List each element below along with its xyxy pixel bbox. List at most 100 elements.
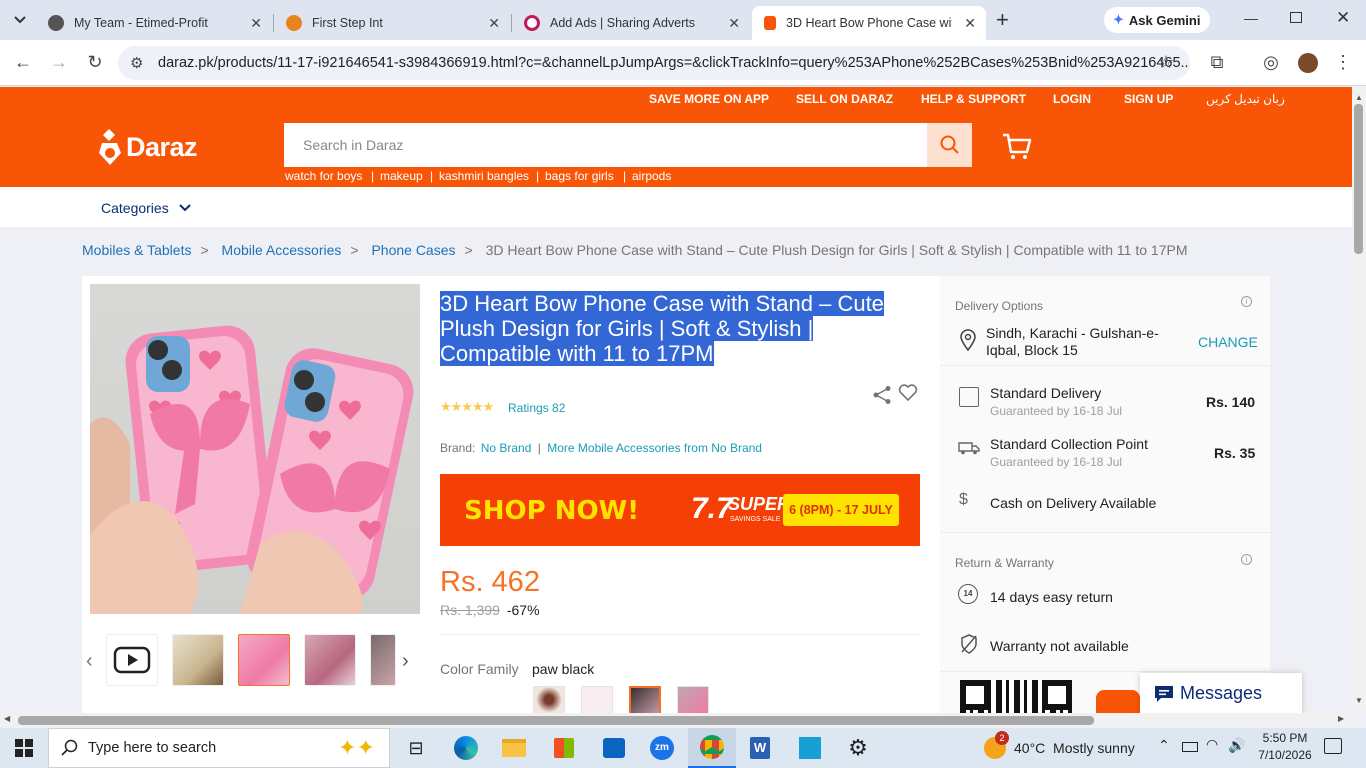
link-help[interactable]: HELP & SUPPORT bbox=[921, 92, 1026, 106]
brand-link[interactable]: No Brand bbox=[481, 441, 532, 455]
color-swatch-selected[interactable] bbox=[629, 686, 661, 716]
task-view-icon[interactable]: ⊟ bbox=[392, 728, 440, 768]
keyword-link[interactable]: makeup bbox=[380, 169, 423, 183]
close-icon[interactable]: ✕ bbox=[964, 15, 976, 32]
color-swatch[interactable] bbox=[677, 686, 709, 716]
link-sell[interactable]: SELL ON DARAZ bbox=[796, 92, 893, 106]
keyword-link[interactable]: watch for boys bbox=[285, 169, 362, 183]
color-swatch[interactable] bbox=[581, 686, 613, 716]
search-button[interactable] bbox=[927, 123, 972, 167]
standard-delivery-price: Rs. 140 bbox=[1206, 394, 1256, 410]
back-icon[interactable]: ← bbox=[12, 52, 34, 73]
categories-dropdown[interactable]: Categories bbox=[101, 200, 191, 216]
outlook-icon[interactable] bbox=[590, 728, 638, 768]
close-window-button[interactable]: ✕ bbox=[1336, 8, 1350, 28]
cart-button[interactable] bbox=[1002, 133, 1032, 166]
collection-point-eta: Guaranteed by 16-18 Jul bbox=[990, 455, 1123, 469]
gemini-button[interactable]: ✦ Ask Gemini bbox=[1104, 7, 1210, 33]
clock[interactable]: 5:50 PM 7/10/2026 bbox=[1250, 730, 1320, 764]
cash-on-delivery-icon: $ bbox=[959, 491, 968, 508]
keyword-link[interactable]: airpods bbox=[632, 169, 671, 183]
settings-icon[interactable]: ⚙ bbox=[834, 728, 882, 768]
tab-add-ads[interactable]: Add Ads | Sharing Adverts ✕ bbox=[512, 6, 750, 40]
tab-daraz-product[interactable]: 3D Heart Bow Phone Case with ✕ bbox=[752, 6, 986, 40]
minimize-button[interactable]: — bbox=[1244, 10, 1258, 26]
thumb-prev-arrow[interactable]: ‹ bbox=[86, 650, 93, 673]
extensions-icon[interactable]: ⧉ bbox=[1206, 52, 1228, 73]
restore-button[interactable] bbox=[1290, 12, 1302, 23]
old-price: Rs. 1,399 -67% bbox=[440, 602, 540, 618]
keyword-link[interactable]: kashmiri bangles bbox=[439, 169, 529, 183]
tab-title: 3D Heart Bow Phone Case with bbox=[786, 16, 952, 30]
more-from-brand-link[interactable]: More Mobile Accessories from No Brand bbox=[547, 441, 762, 455]
wifi-icon[interactable]: ◠ bbox=[1206, 736, 1218, 753]
product-thumbnail[interactable] bbox=[370, 634, 396, 686]
breadcrumb-link[interactable]: Phone Cases bbox=[371, 242, 455, 258]
notifications-icon[interactable] bbox=[1324, 738, 1342, 754]
share-icon[interactable] bbox=[872, 385, 892, 410]
store-icon[interactable] bbox=[540, 728, 588, 768]
messages-widget[interactable]: Messages bbox=[1140, 673, 1302, 714]
product-thumbnail[interactable] bbox=[304, 634, 356, 686]
tab-first-step[interactable]: First Step Int ✕ bbox=[274, 6, 510, 40]
edge-icon[interactable] bbox=[442, 728, 490, 768]
breadcrumb-link[interactable]: Mobiles & Tablets bbox=[82, 242, 191, 258]
site-info-icon[interactable]: ⚙ bbox=[130, 54, 143, 72]
address-bar[interactable]: ⚙ daraz.pk/products/11-17-i921646541-s39… bbox=[118, 46, 1190, 80]
wishlist-heart-icon[interactable] bbox=[898, 383, 918, 408]
forward-icon[interactable]: → bbox=[48, 52, 70, 73]
sparkle-icon: ✦✦ bbox=[338, 735, 375, 760]
windows-start-icon[interactable] bbox=[0, 728, 48, 768]
tab-search-button[interactable] bbox=[8, 8, 32, 32]
link-signup[interactable]: SIGN UP bbox=[1124, 92, 1173, 106]
link-save-more[interactable]: SAVE MORE ON APP bbox=[649, 92, 769, 106]
thumb-next-arrow[interactable]: › bbox=[402, 650, 409, 673]
chrome-icon[interactable] bbox=[688, 728, 736, 768]
link-language[interactable]: زبان تبدیل کریں bbox=[1206, 92, 1285, 106]
battery-icon[interactable] bbox=[1182, 742, 1198, 752]
vertical-scroll-thumb[interactable] bbox=[1354, 104, 1363, 254]
change-location-link[interactable]: CHANGE bbox=[1198, 334, 1258, 350]
discount-badge: -67% bbox=[506, 602, 540, 618]
calendar-app-icon[interactable] bbox=[786, 728, 834, 768]
close-icon[interactable]: ✕ bbox=[250, 15, 262, 32]
close-icon[interactable]: ✕ bbox=[488, 15, 500, 32]
vertical-scrollbar[interactable]: ▲ ▼ bbox=[1352, 87, 1366, 714]
weather-widget[interactable]: 2 40°C Mostly sunny bbox=[984, 731, 1135, 760]
product-main-image[interactable] bbox=[90, 284, 420, 614]
keyword-link[interactable]: bags for girls bbox=[545, 169, 614, 183]
word-icon[interactable]: W bbox=[736, 728, 784, 768]
volume-icon[interactable]: 🔊 bbox=[1228, 737, 1245, 754]
banner-savings: SAVINGS SALE bbox=[730, 516, 781, 523]
breadcrumb-link[interactable]: Mobile Accessories bbox=[222, 242, 342, 258]
performance-icon[interactable]: ◎ bbox=[1260, 52, 1282, 73]
ratings-link[interactable]: Ratings 82 bbox=[508, 401, 565, 415]
new-tab-button[interactable]: + bbox=[996, 7, 1009, 33]
video-thumbnail[interactable] bbox=[106, 634, 158, 686]
info-icon[interactable]: i bbox=[1241, 554, 1252, 565]
taskbar-search[interactable]: Type here to search ✦✦ bbox=[48, 728, 390, 768]
file-explorer-icon[interactable] bbox=[490, 728, 538, 768]
color-swatch[interactable] bbox=[533, 686, 565, 716]
daraz-logo-icon bbox=[99, 129, 121, 165]
profile-avatar[interactable] bbox=[1298, 53, 1318, 73]
info-icon[interactable]: i bbox=[1241, 296, 1252, 307]
tray-chevron-icon[interactable]: ⌃ bbox=[1158, 737, 1170, 754]
link-login[interactable]: LOGIN bbox=[1053, 92, 1091, 106]
search-icon bbox=[61, 739, 78, 756]
menu-icon[interactable]: ⋮ bbox=[1332, 52, 1354, 73]
close-icon[interactable]: ✕ bbox=[728, 15, 740, 32]
rating-stars[interactable]: ★★★★★ bbox=[440, 399, 494, 415]
zoom-icon[interactable]: zm bbox=[638, 728, 686, 768]
horizontal-scroll-thumb[interactable] bbox=[18, 716, 1094, 725]
reload-icon[interactable]: ↻ bbox=[84, 52, 106, 73]
product-title: 3D Heart Bow Phone Case with Stand – Cut… bbox=[440, 291, 910, 366]
tab-my-team[interactable]: My Team - Etimed-Profit ✕ bbox=[36, 6, 272, 40]
product-thumbnail-selected[interactable] bbox=[238, 634, 290, 686]
daraz-logo[interactable]: Daraz bbox=[99, 129, 198, 165]
search-input[interactable] bbox=[284, 123, 927, 167]
bookmark-star-icon[interactable]: ☆ bbox=[1155, 52, 1177, 73]
horizontal-scrollbar[interactable]: ◀ ▶ bbox=[0, 713, 1352, 728]
product-thumbnail[interactable] bbox=[172, 634, 224, 686]
promo-banner[interactable]: SHOP NOW! 7.7 SUPER SAVINGS SALE 6 (8PM)… bbox=[440, 474, 920, 546]
